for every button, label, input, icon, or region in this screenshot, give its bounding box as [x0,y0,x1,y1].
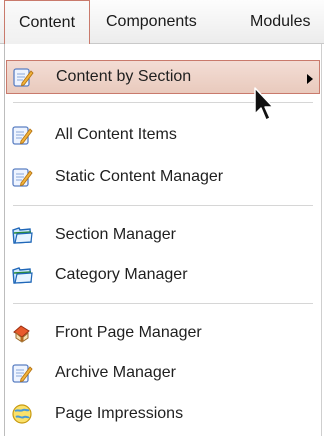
menu-item-label: Front Page Manager [55,324,202,341]
menu-content[interactable]: Content [4,0,90,44]
menu-item-archive-manager[interactable]: Archive Manager [5,356,321,390]
menubar: Content Components Modules [0,0,324,44]
menu-modules[interactable]: Modules [250,0,310,44]
home-page-icon [13,325,30,343]
menu-item-label: All Content Items [55,126,177,143]
menu-item-page-impressions[interactable]: Page Impressions [5,397,321,431]
menu-item-section-manager[interactable]: Section Manager [5,218,321,252]
menu-item-category-manager[interactable]: Category Manager [5,258,321,292]
menu-item-label: Static Content Manager [55,168,224,185]
menu-item-static-content-manager[interactable]: Static Content Manager [5,160,321,194]
submenu-arrow-icon [307,74,313,84]
menu-item-label: Page Impressions [55,405,184,422]
menu-item-label: Archive Manager [55,364,176,381]
globe-icon [12,404,32,424]
menu-item-label: Section Manager [55,226,176,243]
edit-page-icon [12,168,33,187]
edit-page-icon [12,364,33,383]
menu-item-front-page-manager[interactable]: Front Page Manager [5,316,321,350]
menu-divider [13,303,313,304]
menu-item-label: Content by Section [56,68,192,85]
edit-page-icon [12,126,33,145]
edit-page-icon [13,68,34,87]
menu-divider [13,205,313,206]
mouse-cursor-icon [254,87,274,121]
menu-components[interactable]: Components [106,0,197,44]
folder-icon [12,227,33,244]
menu-item-label: Category Manager [55,266,188,283]
folder-icon [12,267,33,284]
